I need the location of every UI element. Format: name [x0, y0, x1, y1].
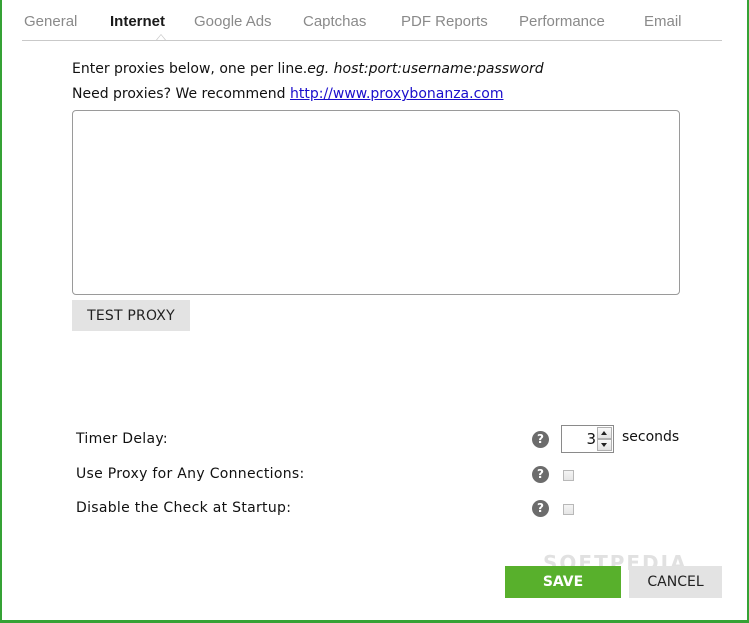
save-button[interactable]: SAVE [505, 566, 621, 598]
tab-email[interactable]: Email [644, 13, 682, 30]
disable-check-help-icon[interactable]: ? [532, 500, 549, 517]
timer-delay-label: Timer Delay: [76, 431, 168, 447]
timer-delay-stepper[interactable]: 3 [561, 425, 614, 453]
cancel-button[interactable]: CANCEL [629, 566, 722, 598]
settings-tab-bar: General Internet Google Ads Captchas PDF… [22, 10, 722, 41]
timer-delay-help-icon[interactable]: ? [532, 431, 549, 448]
use-proxy-label: Use Proxy for Any Connections: [76, 466, 305, 482]
proxy-instructions-text: Enter proxies below, one per line. [72, 61, 308, 77]
use-proxy-help-icon[interactable]: ? [532, 466, 549, 483]
disable-check-label: Disable the Check at Startup: [76, 500, 292, 516]
timer-delay-value[interactable]: 3 [562, 426, 596, 452]
increment-arrow-icon[interactable] [597, 427, 612, 439]
decrement-arrow-icon[interactable] [597, 439, 612, 451]
tab-captchas[interactable]: Captchas [303, 13, 366, 30]
disable-check-checkbox[interactable] [563, 504, 574, 515]
use-proxy-checkbox[interactable] [563, 470, 574, 481]
tab-google-ads[interactable]: Google Ads [194, 13, 272, 30]
active-tab-caret-icon [156, 34, 166, 40]
proxy-recommendation: Need proxies? We recommend http://www.pr… [72, 86, 503, 102]
proxy-instructions: Enter proxies below, one per line.eg. ho… [72, 61, 544, 77]
proxy-recommendation-text: Need proxies? We recommend [72, 86, 290, 102]
proxy-list-input[interactable] [72, 110, 680, 295]
tab-general[interactable]: General [24, 13, 77, 30]
tab-pdf-reports[interactable]: PDF Reports [401, 13, 488, 30]
timer-delay-unit: seconds [622, 429, 680, 445]
proxybonanza-link[interactable]: http://www.proxybonanza.com [290, 86, 504, 102]
tab-internet[interactable]: Internet [110, 13, 165, 30]
test-proxy-button[interactable]: TEST PROXY [72, 300, 190, 331]
proxy-format-example: eg. host:port:username:password [307, 61, 544, 77]
tab-performance[interactable]: Performance [519, 13, 605, 30]
